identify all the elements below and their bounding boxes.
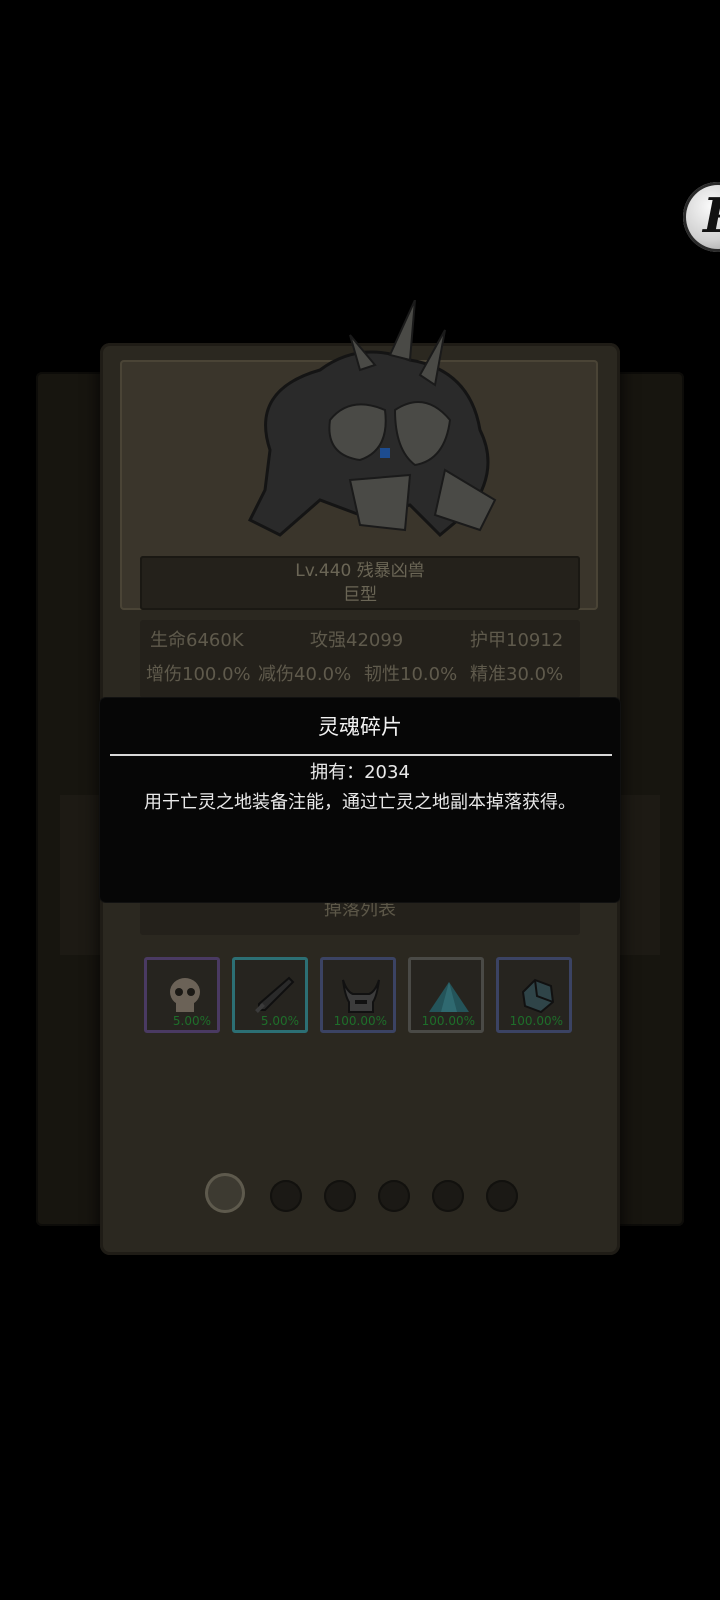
stat-precision: 精准30.0%: [470, 664, 564, 685]
stat-damage-reduction: 减伤40.0%: [258, 664, 352, 685]
drop-slot-ore[interactable]: 100.00%: [496, 957, 572, 1033]
page-dot-3[interactable]: [324, 1180, 356, 1212]
drop-rate: 100.00%: [421, 1014, 475, 1028]
drop-rate: 5.00%: [172, 1014, 211, 1028]
crystal-pile-icon: [429, 982, 469, 1012]
tooltip-divider: [110, 754, 612, 756]
horned-helmet-icon: [342, 979, 380, 1013]
drop-slot-sword[interactable]: 5.00%: [232, 957, 308, 1033]
page-dot-4[interactable]: [378, 1180, 410, 1212]
stat-attack: 攻强42099: [310, 630, 404, 651]
drop-slot-helmet[interactable]: 100.00%: [320, 957, 396, 1033]
stat-toughness: 韧性10.0%: [364, 664, 458, 685]
monster-name-level: Lv.440 残暴凶兽: [295, 561, 425, 581]
floating-button-glyph: P: [703, 188, 720, 244]
stat-armor: 护甲10912: [470, 630, 564, 651]
tooltip-owned-count: 拥有：2034: [310, 762, 410, 783]
drop-rate: 5.00%: [260, 1014, 299, 1028]
page-dot-5[interactable]: [432, 1180, 464, 1212]
tooltip-description: 用于亡灵之地装备注能，通过亡灵之地副本掉落获得。: [144, 792, 576, 813]
skull-icon: [170, 978, 200, 1012]
tooltip-title: 灵魂碎片: [318, 715, 402, 739]
monster-name-plate: Lv.440 残暴凶兽 巨型: [140, 556, 580, 610]
monster-portrait: [247, 300, 497, 538]
stat-hp: 生命6460K: [150, 630, 244, 651]
page-dot-2[interactable]: [270, 1180, 302, 1212]
monster-type: 巨型: [343, 585, 377, 605]
page-dot-6[interactable]: [486, 1180, 518, 1212]
floating-assistant-button[interactable]: P: [683, 182, 720, 252]
stat-damage-bonus: 增伤100.0%: [146, 664, 251, 685]
sword-icon: [255, 976, 295, 1013]
drop-slot-skull[interactable]: 5.00%: [144, 957, 220, 1033]
drop-rate: 100.00%: [333, 1014, 387, 1028]
drop-slot-crystal[interactable]: 100.00%: [408, 957, 484, 1033]
ore-icon: [521, 978, 555, 1014]
drop-rate: 100.00%: [509, 1014, 563, 1028]
page-dot-1[interactable]: [205, 1173, 245, 1213]
